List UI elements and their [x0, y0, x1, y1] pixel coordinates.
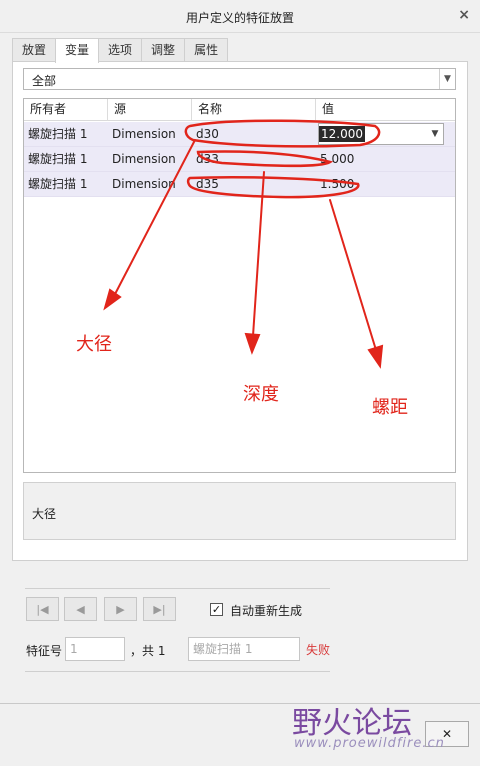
title-bar: 用户定义的特征放置 × — [0, 0, 480, 33]
value-input[interactable]: 12.000 — [319, 126, 365, 142]
tab-placement[interactable]: 放置 — [12, 38, 57, 62]
filter-value: 全部 — [32, 74, 57, 88]
variables-panel: 全部 ▼ 所有者 源 名称 值 螺旋扫描 1 Dimension d30 12.… — [12, 61, 468, 561]
chevron-down-icon[interactable]: ▼ — [427, 124, 443, 144]
status-badge: 失败 — [306, 643, 331, 657]
cell-source: Dimension — [112, 152, 176, 166]
cell-name: d30 — [196, 127, 219, 141]
tab-bar: 放置 变量 选项 调整 属性 — [12, 38, 229, 63]
cell-owner: 螺旋扫描 1 — [28, 127, 88, 141]
cell-source: Dimension — [112, 127, 176, 141]
divider — [25, 588, 330, 589]
cell-name: d33 — [196, 152, 219, 166]
previous-button[interactable]: ◀ — [64, 597, 97, 621]
table-row[interactable]: 螺旋扫描 1 Dimension d35 1.500 — [24, 172, 455, 197]
table-row[interactable]: 螺旋扫描 1 Dimension d30 12.000 ▼ — [24, 122, 455, 147]
cell-value[interactable]: 5.000 — [316, 147, 452, 172]
cell-source: Dimension — [112, 177, 176, 191]
feature-total-label: ，共 1 — [130, 644, 166, 658]
tab-properties[interactable]: 属性 — [184, 38, 229, 62]
cell-owner: 螺旋扫描 1 — [28, 152, 88, 166]
annotation-depth: 深度 — [243, 384, 279, 405]
table-header: 所有者 源 名称 值 — [24, 99, 455, 121]
column-name[interactable]: 名称 — [192, 99, 316, 121]
value-editor[interactable]: 12.000 ▼ — [318, 123, 444, 145]
auto-regenerate-checkbox[interactable]: ✓ — [210, 603, 223, 616]
first-button[interactable]: |◀ — [26, 597, 59, 621]
tab-options[interactable]: 选项 — [98, 38, 143, 62]
last-button[interactable]: ▶| — [143, 597, 176, 621]
column-value[interactable]: 值 — [316, 99, 452, 121]
watermark-url: www.proewildfire.cn — [294, 736, 445, 751]
cell-name: d35 — [196, 177, 219, 191]
filter-dropdown[interactable]: 全部 ▼ — [23, 68, 456, 90]
description-box: 大径 — [23, 482, 456, 540]
column-source[interactable]: 源 — [108, 99, 192, 121]
chevron-down-icon[interactable]: ▼ — [439, 69, 455, 89]
annotation-major-diameter: 大径 — [76, 334, 112, 355]
forum-watermark: 野火论坛 www.proewildfire.cn — [292, 698, 444, 751]
column-owner[interactable]: 所有者 — [24, 99, 108, 121]
cell-value[interactable]: 1.500 — [316, 172, 452, 197]
annotation-pitch: 螺距 — [372, 397, 408, 418]
auto-regenerate-label: 自动重新生成 — [230, 604, 303, 618]
feature-number-field[interactable]: 1 — [65, 637, 125, 661]
divider — [25, 671, 330, 672]
description-text: 大径 — [32, 507, 57, 521]
feature-name-field[interactable]: 螺旋扫描 1 — [188, 637, 300, 661]
cell-owner: 螺旋扫描 1 — [28, 177, 88, 191]
next-button[interactable]: ▶ — [104, 597, 137, 621]
feature-number-label: 特征号 — [26, 644, 63, 658]
tab-adjust[interactable]: 调整 — [141, 38, 186, 62]
close-icon[interactable]: × — [458, 7, 470, 23]
window-title: 用户定义的特征放置 — [185, 11, 294, 25]
table-row[interactable]: 螺旋扫描 1 Dimension d33 5.000 — [24, 147, 455, 172]
tab-variables[interactable]: 变量 — [55, 38, 100, 63]
